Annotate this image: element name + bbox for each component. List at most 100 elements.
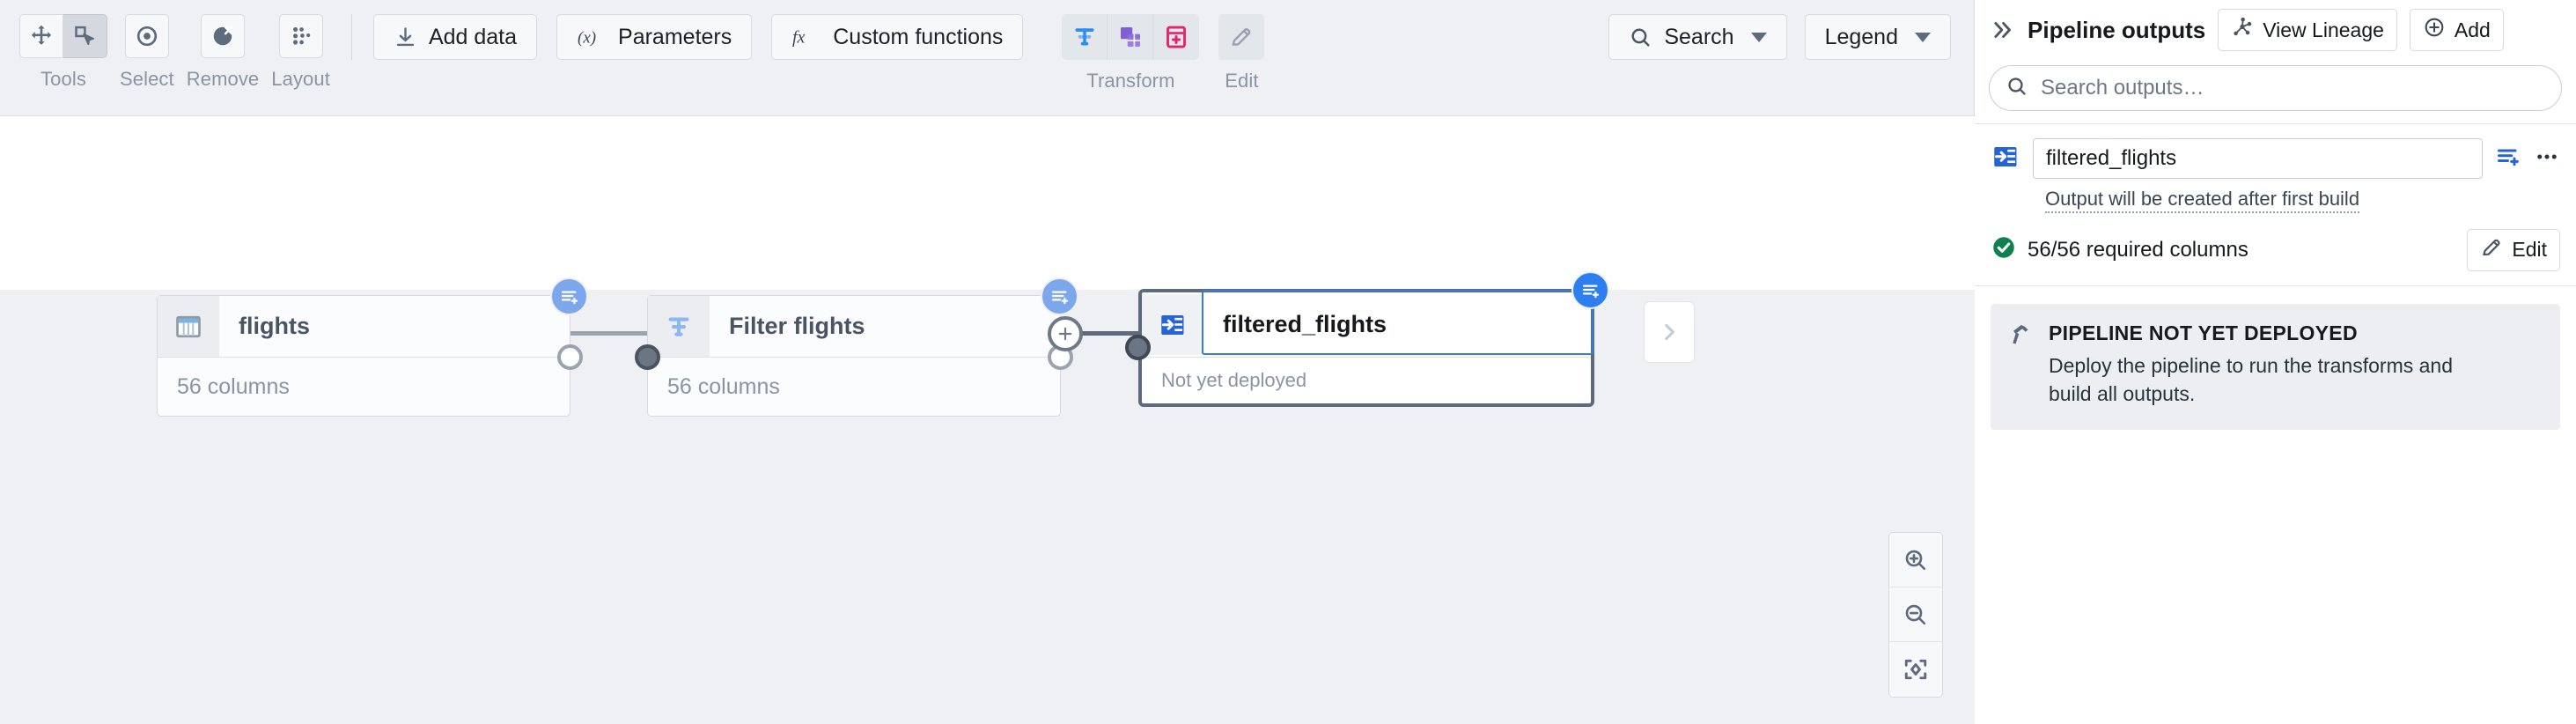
legend-button[interactable]: Legend bbox=[1804, 14, 1951, 60]
toolbar-group-layout: Layout bbox=[271, 14, 330, 91]
add-output-label: Add bbox=[2454, 18, 2491, 41]
add-columns-icon[interactable] bbox=[1041, 277, 1078, 315]
outputs-search-box[interactable] bbox=[1989, 65, 2562, 111]
zoom-in-icon bbox=[1905, 550, 1926, 570]
table-icon-glyph bbox=[176, 315, 201, 337]
custom-functions-label: Custom functions bbox=[833, 24, 1004, 49]
toolbar-label-edit: Edit bbox=[1225, 70, 1259, 92]
move-icon bbox=[31, 25, 52, 45]
graph-node-flights[interactable]: flights 56 columns bbox=[157, 277, 588, 417]
fx-parens-icon: (x) bbox=[577, 26, 607, 49]
add-columns-icon-glyph bbox=[2498, 149, 2519, 166]
pipeline-canvas[interactable]: flights 56 columns Filter flights 56 col… bbox=[0, 116, 1975, 724]
view-lineage-button[interactable]: View Lineage bbox=[2218, 9, 2397, 51]
node-output-port[interactable] bbox=[557, 344, 583, 370]
fit-to-screen-button[interactable] bbox=[1889, 642, 1942, 697]
outputs-search-wrap bbox=[1975, 60, 2576, 123]
move-tool-button[interactable] bbox=[19, 14, 63, 58]
transform-calculator-button[interactable] bbox=[1153, 14, 1199, 60]
svg-text:fx: fx bbox=[792, 27, 806, 47]
toolbar-group-transform: Transform bbox=[1062, 14, 1200, 92]
output-name-input[interactable] bbox=[2033, 138, 2483, 179]
search-outputs-input[interactable] bbox=[2039, 75, 2545, 101]
layout-button[interactable] bbox=[278, 14, 323, 58]
add-output-button[interactable]: Add bbox=[2409, 9, 2504, 51]
toolbar-divider-1 bbox=[350, 14, 352, 60]
transform-filter-button[interactable] bbox=[1062, 14, 1108, 60]
parameters-button[interactable]: (x) Parameters bbox=[556, 14, 753, 60]
node-title: filtered_flights bbox=[1223, 311, 1387, 337]
pipeline-builder-app: Tools Select Remove Layout Add data (x) … bbox=[0, 0, 2576, 724]
download-icon bbox=[394, 26, 417, 49]
search-button-label: Search bbox=[1664, 24, 1734, 49]
add-columns-icon-glyph bbox=[561, 291, 578, 304]
node-subtitle: 56 columns bbox=[177, 373, 290, 399]
lineage-graph-icon bbox=[2231, 16, 2254, 44]
add-node-on-edge-button[interactable] bbox=[1048, 316, 1083, 351]
edit-button[interactable] bbox=[1218, 14, 1265, 60]
fx-parens-glyph: (x) bbox=[578, 28, 596, 47]
panel-title: Pipeline outputs bbox=[2028, 16, 2206, 43]
check-circle-icon bbox=[1991, 234, 2017, 265]
remove-button[interactable] bbox=[201, 14, 246, 58]
graph-node-filtered-flights[interactable]: filtered_flights Not yet deployed bbox=[1125, 271, 1609, 407]
add-columns-icon-glyph bbox=[1582, 284, 1599, 298]
zoom-out-button[interactable] bbox=[1889, 587, 1942, 642]
add-columns-icon-glyph bbox=[1051, 291, 1068, 304]
dataset-output-icon-glyph bbox=[1161, 314, 1184, 335]
toolbar-group-parameters: (x) Parameters bbox=[556, 14, 753, 60]
zoom-controls bbox=[1888, 532, 1943, 698]
fx-italic-glyph: fx bbox=[792, 27, 806, 47]
node-subtitle: Not yet deployed bbox=[1161, 369, 1307, 391]
parameters-label: Parameters bbox=[618, 24, 732, 49]
node-title: Filter flights bbox=[729, 313, 865, 339]
toolbar-group-select: Select bbox=[120, 14, 174, 91]
select-tool-button[interactable] bbox=[63, 14, 107, 58]
more-horizontal-icon-glyph bbox=[2537, 154, 2557, 159]
join-icon bbox=[1120, 27, 1140, 47]
deployment-notice-title: PIPELINE NOT YET DEPLOYED bbox=[2049, 321, 2358, 344]
check-circle-icon-glyph bbox=[1993, 237, 2014, 258]
custom-functions-button[interactable]: fx Custom functions bbox=[771, 14, 1024, 60]
filter-icon-glyph bbox=[668, 317, 689, 336]
filter-icon bbox=[1075, 28, 1094, 46]
legend-button-label: Legend bbox=[1824, 24, 1898, 49]
add-columns-icon[interactable] bbox=[1571, 271, 1609, 309]
remove-node-icon bbox=[213, 26, 233, 46]
deployment-notice: PIPELINE NOT YET DEPLOYED Deploy the pip… bbox=[1991, 303, 2560, 430]
toolbar-group-custom-functions: fx Custom functions bbox=[771, 14, 1024, 60]
add-columns-icon[interactable] bbox=[2495, 144, 2521, 174]
panel-header: Pipeline outputs View Lineage Add bbox=[1975, 0, 2576, 60]
graph-node-filter-flights[interactable]: Filter flights 56 columns bbox=[635, 277, 1078, 417]
zoom-in-button[interactable] bbox=[1889, 533, 1942, 587]
node-input-port[interactable] bbox=[1125, 335, 1151, 360]
chevron-down-icon bbox=[1750, 32, 1767, 42]
add-data-button[interactable]: Add data bbox=[372, 14, 538, 60]
toolbar-label-transform: Transform bbox=[1086, 70, 1175, 92]
node-input-port[interactable] bbox=[635, 344, 660, 370]
hammer-icon bbox=[2008, 321, 2035, 409]
toolbar-right-group: Search Legend bbox=[1608, 14, 1951, 60]
select-button[interactable] bbox=[124, 14, 169, 58]
add-columns-icon[interactable] bbox=[550, 277, 588, 315]
double-chevron-right-icon[interactable] bbox=[1991, 18, 2015, 42]
dataset-output-icon bbox=[1991, 142, 2020, 176]
edit-columns-button[interactable]: Edit bbox=[2467, 228, 2560, 271]
lineage-graph-icon-glyph bbox=[2234, 17, 2252, 36]
pencil-icon bbox=[1232, 28, 1251, 46]
search-icon bbox=[1629, 26, 1652, 49]
pencil-icon bbox=[2480, 236, 2503, 264]
output-note[interactable]: Output will be created after first build bbox=[2045, 187, 2360, 213]
table-icon bbox=[158, 296, 219, 357]
search-button[interactable]: Search bbox=[1608, 14, 1787, 60]
expand-downstream-button[interactable] bbox=[1644, 301, 1695, 363]
output-item: Output will be created after first build bbox=[1975, 124, 2576, 213]
chevron-down-icon bbox=[1915, 32, 1931, 42]
required-columns-row: 56/56 required columns Edit bbox=[1975, 213, 2576, 285]
plus-circle-icon bbox=[2423, 16, 2446, 44]
more-horizontal-icon[interactable] bbox=[2534, 144, 2560, 174]
plus-circle-icon-glyph bbox=[2425, 18, 2444, 37]
transform-join-button[interactable] bbox=[1108, 14, 1154, 60]
toolbar-label-layout: Layout bbox=[271, 68, 330, 90]
toolbar-label-select: Select bbox=[120, 68, 174, 90]
